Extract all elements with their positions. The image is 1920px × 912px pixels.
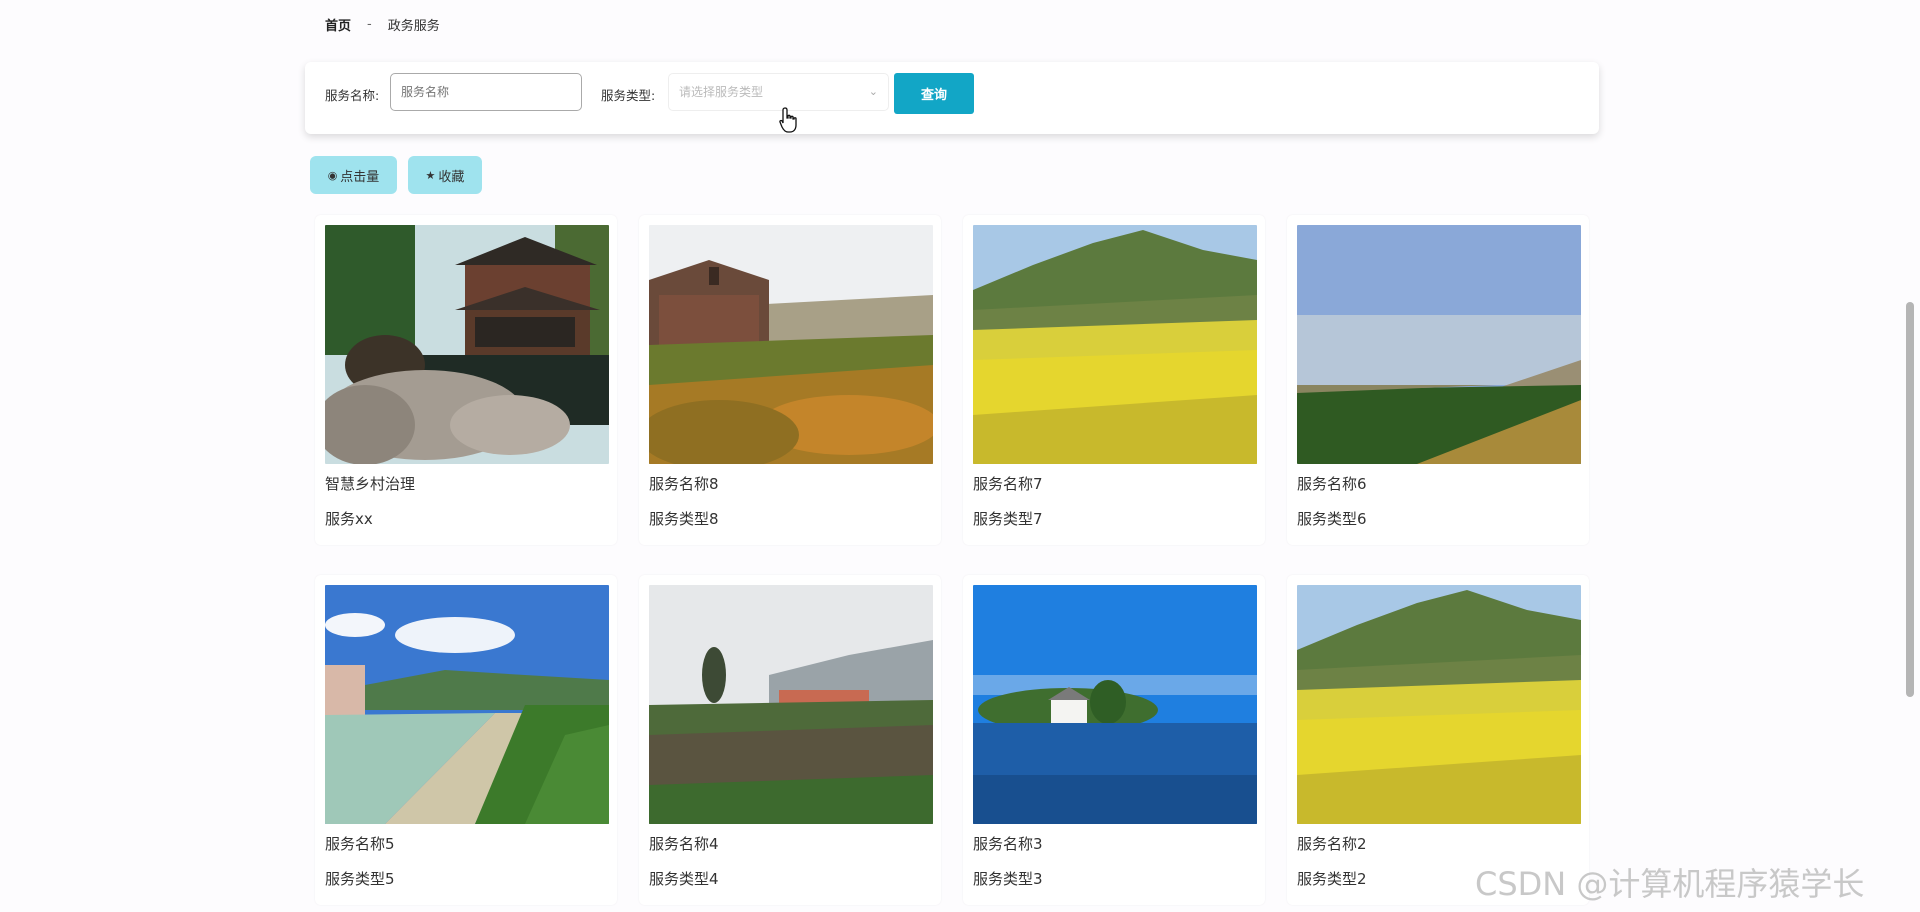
service-type: 服务类型4 [649,870,719,888]
service-card[interactable]: 服务名称2 服务类型2 [1287,575,1589,905]
sort-by-clicks-label: 点击量 [340,169,380,185]
service-name: 服务名称3 [973,835,1043,853]
service-type-label: 服务类型: [601,88,656,103]
service-name: 服务名称2 [1297,835,1367,853]
page-scrollbar[interactable] [1902,0,1920,912]
service-image[interactable] [973,225,1257,464]
service-name-label: 服务名称: [325,88,380,103]
service-name: 服务名称5 [325,835,395,853]
eye-icon: ◉ [327,168,338,182]
service-card[interactable]: 服务名称5 服务类型5 [315,575,617,905]
sort-by-favorites-button[interactable]: ★ 收藏 [408,156,482,194]
service-type: 服务类型8 [649,510,719,528]
hand-cursor-icon [779,107,797,133]
search-panel: 服务名称: 服务类型: 请选择服务类型 ⌄ 查询 [305,62,1599,134]
service-image[interactable] [649,585,933,824]
service-name: 智慧乡村治理 [325,475,416,493]
service-type: 服务类型3 [973,870,1043,888]
scrollbar-thumb[interactable] [1906,302,1914,697]
service-type: 服务类型2 [1297,870,1367,888]
service-image[interactable] [1297,585,1581,824]
service-type: 服务类型7 [973,510,1043,528]
service-card[interactable]: 智慧乡村治理 服务xx [315,215,617,545]
query-button[interactable]: 查询 [894,73,974,114]
star-icon: ★ [425,168,436,182]
breadcrumb-separator: - [367,17,372,32]
service-image[interactable] [649,225,933,464]
service-image[interactable] [325,225,609,464]
watermark: CSDN @计算机程序猿学长 [1475,865,1865,903]
service-type-placeholder: 请选择服务类型 [679,85,764,99]
chevron-down-icon: ⌄ [868,85,878,98]
service-type: 服务xx [325,510,373,528]
breadcrumb-home[interactable]: 首页 [325,15,351,34]
service-type: 服务类型6 [1297,510,1367,528]
sort-by-favorites-label: 收藏 [438,169,465,185]
breadcrumb-current: 政务服务 [387,19,440,34]
service-card[interactable]: 服务名称8 服务类型8 [639,215,941,545]
service-card[interactable]: 服务名称6 服务类型6 [1287,215,1589,545]
service-card[interactable]: 服务名称4 服务类型4 [639,575,941,905]
service-card[interactable]: 服务名称3 服务类型3 [963,575,1265,905]
service-name: 服务名称6 [1297,475,1367,493]
service-name: 服务名称4 [649,835,719,853]
service-image[interactable] [973,585,1257,824]
service-name: 服务名称7 [973,475,1043,493]
service-image[interactable] [1297,225,1581,464]
service-name: 服务名称8 [649,475,719,493]
service-type: 服务类型5 [325,870,395,888]
service-image[interactable] [325,585,609,824]
breadcrumb: 首页 - 政务服务 [325,15,440,34]
service-card[interactable]: 服务名称7 服务类型7 [963,215,1265,545]
service-name-input[interactable] [390,73,582,111]
sort-by-clicks-button[interactable]: ◉ 点击量 [310,156,397,194]
